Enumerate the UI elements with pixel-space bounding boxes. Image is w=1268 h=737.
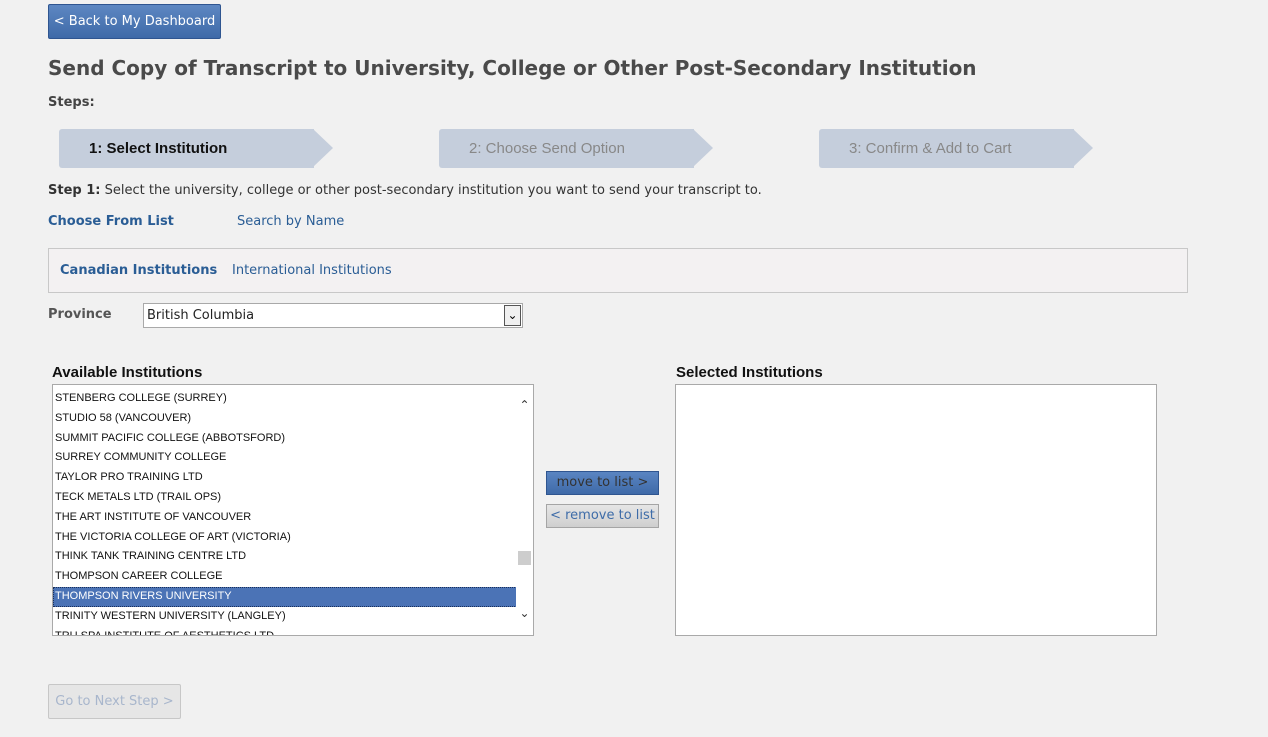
scroll-up-icon[interactable]: ⌃ <box>516 397 533 414</box>
page-title: Send Copy of Transcript to University, C… <box>48 56 977 80</box>
selected-institutions-heading: Selected Institutions <box>676 364 823 381</box>
list-item[interactable]: THOMPSON CAREER COLLEGE <box>53 567 517 587</box>
province-label: Province <box>48 307 112 322</box>
scroll-down-icon[interactable]: ⌄ <box>516 605 533 622</box>
list-item[interactable]: TECK METALS LTD (TRAIL OPS) <box>53 488 517 508</box>
scrollbar-thumb[interactable] <box>518 551 531 565</box>
list-item[interactable]: TAYLOR PRO TRAINING LTD <box>53 468 517 488</box>
available-institutions-heading: Available Institutions <box>52 364 203 381</box>
back-to-dashboard-button[interactable]: < Back to My Dashboard <box>48 4 221 39</box>
available-list-scrollbar[interactable]: ⌃ ⌄ <box>516 385 533 635</box>
step-instructions: Step 1: Select the university, college o… <box>48 183 762 198</box>
list-item[interactable]: STUDIO 58 (VANCOUVER) <box>53 409 517 429</box>
province-select-value: British Columbia <box>147 308 255 323</box>
list-item-selected[interactable]: THOMPSON RIVERS UNIVERSITY <box>53 586 517 607</box>
list-item[interactable]: SUMMIT PACIFIC COLLEGE (ABBOTSFORD) <box>53 429 517 449</box>
available-institutions-list[interactable]: STENBERG COLLEGE (SURREY) STUDIO 58 (VANC… <box>52 384 534 636</box>
province-select[interactable]: British Columbia ⌄ <box>143 303 523 328</box>
move-to-list-button[interactable]: move to list > <box>546 471 659 495</box>
step-instructions-text: Select the university, college or other … <box>100 183 762 198</box>
list-item[interactable]: TRU SPA INSTITUTE OF AESTHETICS LTD <box>53 627 517 635</box>
tab-international-institutions[interactable]: International Institutions <box>232 263 392 278</box>
remove-from-list-button[interactable]: < remove to list <box>546 504 659 528</box>
list-item[interactable]: THE ART INSTITUTE OF VANCOUVER <box>53 508 517 528</box>
region-tabs-bar: Canadian Institutions International Inst… <box>48 248 1188 293</box>
list-item[interactable]: THE VICTORIA COLLEGE OF ART (VICTORIA) <box>53 528 517 548</box>
list-item[interactable]: STENBERG COLLEGE (SURREY) <box>53 389 517 409</box>
step-1-label: 1: Select Institution <box>89 140 228 157</box>
step-2-label: 2: Choose Send Option <box>469 140 625 157</box>
next-step-button: Go to Next Step > <box>48 684 181 719</box>
chevron-down-icon[interactable]: ⌄ <box>504 305 521 326</box>
steps-label: Steps: <box>48 95 95 110</box>
tab-choose-from-list[interactable]: Choose From List <box>48 214 174 229</box>
tab-search-by-name[interactable]: Search by Name <box>237 214 344 229</box>
list-item[interactable]: TRINITY WESTERN UNIVERSITY (LANGLEY) <box>53 607 517 627</box>
step-instructions-prefix: Step 1: <box>48 183 101 198</box>
selected-institutions-list[interactable] <box>675 384 1157 636</box>
list-item[interactable]: THINK TANK TRAINING CENTRE LTD <box>53 547 517 567</box>
step-3-label: 3: Confirm & Add to Cart <box>849 140 1012 157</box>
list-item[interactable]: SURREY COMMUNITY COLLEGE <box>53 448 517 468</box>
tab-canadian-institutions[interactable]: Canadian Institutions <box>60 263 217 278</box>
